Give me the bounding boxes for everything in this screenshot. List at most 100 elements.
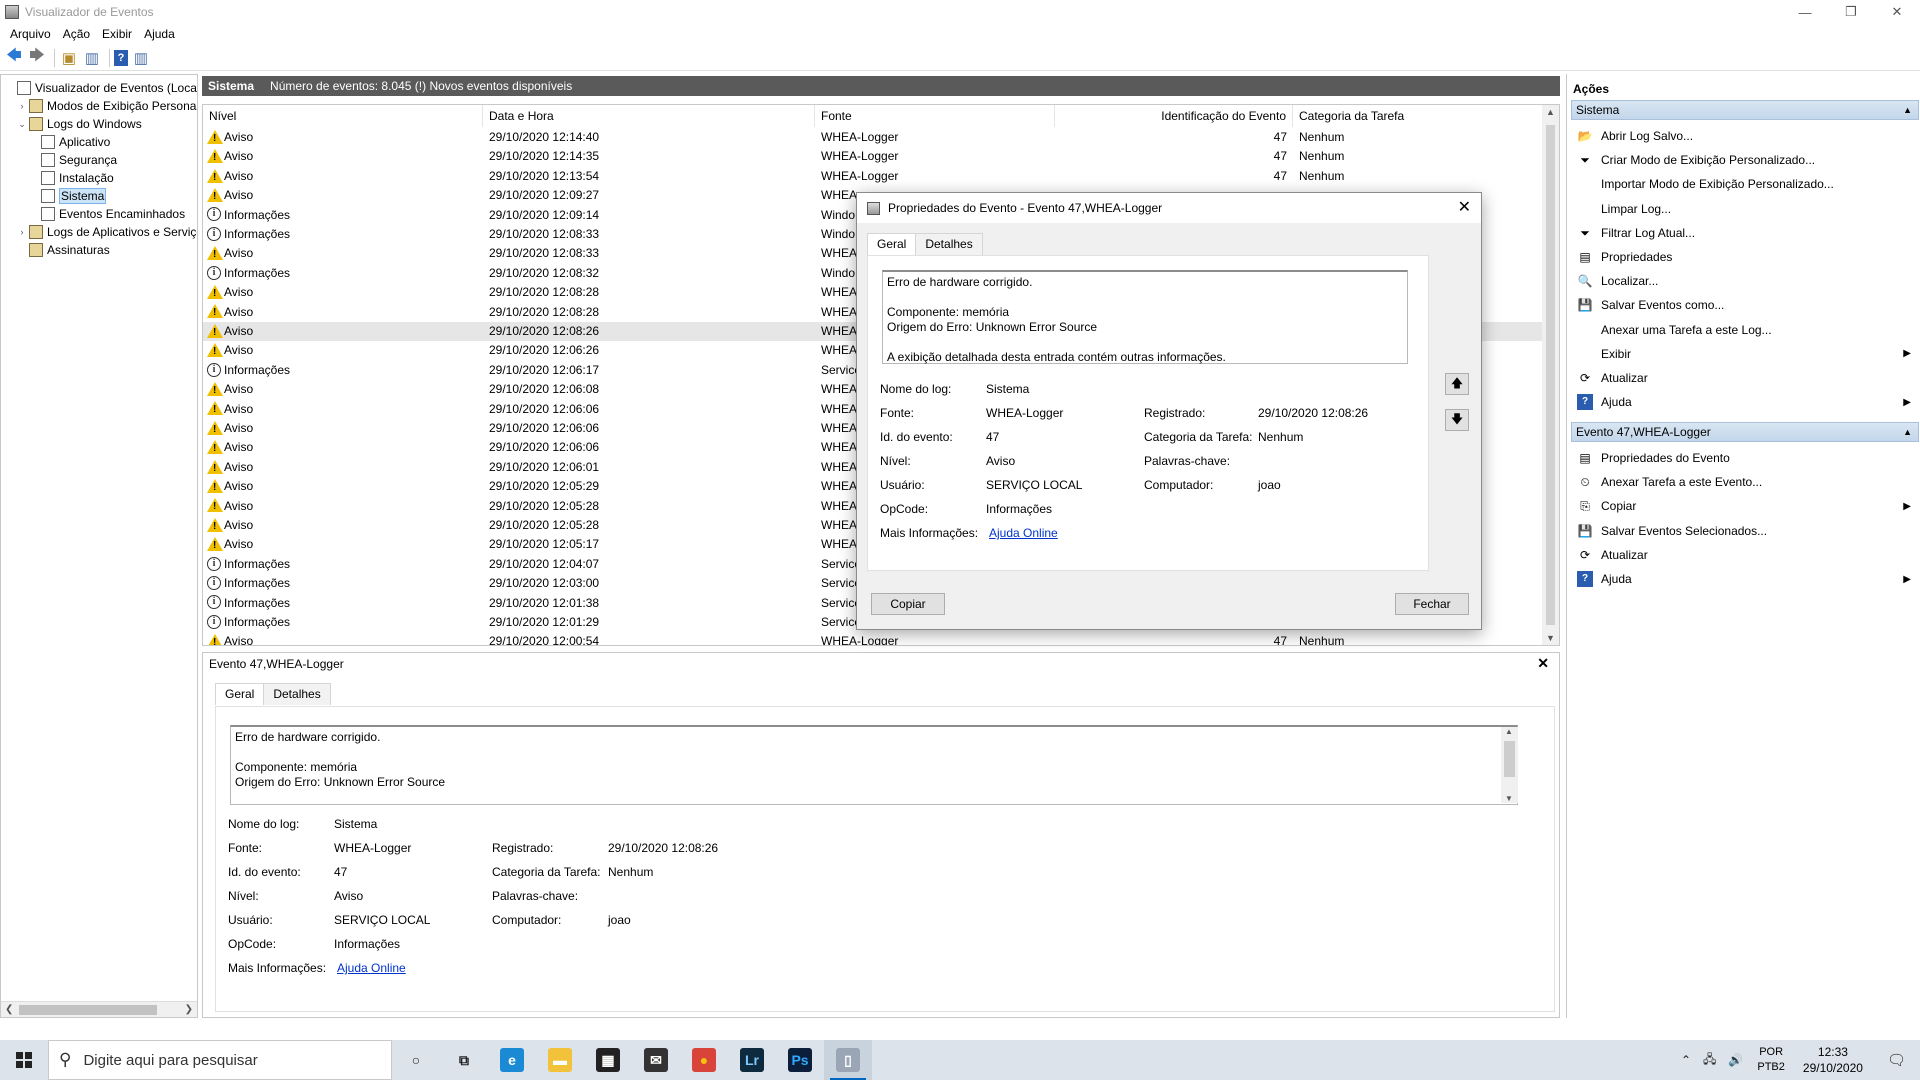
taskbar-search-box[interactable]: ⚲ Digite aqui para pesquisar bbox=[48, 1040, 392, 1080]
action-item[interactable]: ▤ Propriedades do Evento bbox=[1571, 446, 1919, 470]
tree-item[interactable]: Segurança bbox=[29, 151, 117, 169]
column-header-datetime[interactable]: Data e Hora bbox=[483, 105, 815, 127]
show-hide-action-pane-icon[interactable]: ▥ bbox=[131, 48, 151, 68]
chevron-up-icon[interactable]: ⌃ bbox=[1675, 1053, 1697, 1067]
up-folder-icon[interactable]: ▣ bbox=[59, 48, 79, 68]
online-help-link[interactable]: Ajuda Online bbox=[989, 526, 1058, 540]
file-explorer-icon[interactable]: ▬ bbox=[536, 1040, 584, 1080]
column-header-event-id[interactable]: Identificação do Evento bbox=[1055, 105, 1293, 127]
expand-arrow-icon[interactable]: › bbox=[17, 101, 27, 111]
scroll-down-icon[interactable]: ▼ bbox=[1505, 794, 1513, 803]
tree-item[interactable]: › Logs de Aplicativos e Serviço bbox=[17, 223, 197, 241]
network-icon[interactable]: 🖧 bbox=[1697, 1050, 1722, 1071]
action-item[interactable]: ▤ Propriedades bbox=[1571, 245, 1919, 269]
notifications-icon[interactable]: 🗨 bbox=[1873, 1051, 1920, 1069]
action-item[interactable]: ? Ajuda ▶ bbox=[1571, 390, 1919, 414]
copy-button[interactable]: Copiar bbox=[871, 593, 945, 615]
forward-arrow-icon[interactable]: 🡆 bbox=[27, 47, 47, 68]
scrollbar-thumb[interactable] bbox=[19, 1005, 157, 1015]
lightroom-icon[interactable]: Lr bbox=[728, 1040, 776, 1080]
action-item[interactable]: ⎘ Copiar ▶ bbox=[1571, 494, 1919, 518]
scroll-down-icon[interactable]: ▼ bbox=[1546, 633, 1555, 643]
close-preview-icon[interactable]: ✕ bbox=[1537, 655, 1549, 672]
column-header-category[interactable]: Categoria da Tarefa bbox=[1293, 105, 1543, 127]
mail-icon[interactable]: ✉ bbox=[632, 1040, 680, 1080]
menu-ajuda[interactable]: Ajuda bbox=[138, 27, 181, 41]
cortana-icon[interactable]: ○ bbox=[392, 1040, 440, 1080]
scroll-right-icon[interactable]: ❯ bbox=[185, 1002, 193, 1017]
action-item[interactable]: ⟳ Atualizar bbox=[1571, 543, 1919, 567]
action-item[interactable]: ? Ajuda ▶ bbox=[1571, 567, 1919, 591]
tree-item[interactable]: Aplicativo bbox=[29, 133, 110, 151]
next-event-button[interactable]: 🡇 bbox=[1445, 409, 1469, 431]
minimize-button[interactable]: — bbox=[1782, 0, 1828, 24]
store-icon[interactable]: ▦ bbox=[584, 1040, 632, 1080]
online-help-link[interactable]: Ajuda Online bbox=[337, 961, 406, 975]
expand-arrow-icon[interactable]: › bbox=[17, 227, 27, 237]
close-window-button[interactable]: ✕ bbox=[1874, 0, 1920, 24]
start-button[interactable] bbox=[0, 1040, 48, 1080]
close-button[interactable]: Fechar bbox=[1395, 593, 1469, 615]
event-row[interactable]: Aviso 29/10/2020 12:00:54 WHEA-Logger 47 Nen… bbox=[203, 632, 1543, 645]
actions-section-sistema[interactable]: Sistema ▲ bbox=[1571, 100, 1919, 120]
scrollbar-thumb[interactable] bbox=[1546, 125, 1555, 625]
back-arrow-icon[interactable]: 🡄 bbox=[4, 47, 24, 68]
tab-detalhes[interactable]: Detalhes bbox=[915, 233, 983, 255]
tab-geral[interactable]: Geral bbox=[215, 683, 265, 705]
event-row[interactable]: Aviso 29/10/2020 12:14:40 WHEA-Logger 47 Nen… bbox=[203, 128, 1543, 147]
photoshop-icon[interactable]: Ps bbox=[776, 1040, 824, 1080]
scrollbar-thumb[interactable] bbox=[1504, 741, 1515, 777]
menu-arquivo[interactable]: Arquivo bbox=[4, 27, 57, 41]
help-icon[interactable]: ? bbox=[114, 49, 128, 66]
action-item[interactable]: Importar Modo de Exibição Personalizado.… bbox=[1571, 172, 1919, 196]
action-item[interactable]: 🔍 Localizar... bbox=[1571, 269, 1919, 293]
event-viewer-icon[interactable]: ▯ bbox=[824, 1040, 872, 1080]
chrome-icon[interactable]: ● bbox=[680, 1040, 728, 1080]
action-item[interactable]: Anexar uma Tarefa a este Log... bbox=[1571, 318, 1919, 342]
action-item[interactable]: ⟳ Atualizar bbox=[1571, 366, 1919, 390]
clock[interactable]: 12:33 29/10/2020 bbox=[1793, 1044, 1873, 1076]
tree-horizontal-scrollbar[interactable]: ❮ ❯ bbox=[1, 1001, 197, 1017]
collapse-icon[interactable]: ▲ bbox=[1903, 423, 1912, 441]
description-scrollbar[interactable]: ▲ ▼ bbox=[1501, 727, 1518, 803]
show-hide-tree-icon[interactable]: ▥ bbox=[82, 48, 102, 68]
tree-item[interactable]: ⌄ Logs do Windows bbox=[17, 115, 142, 133]
event-datetime: 29/10/2020 12:04:07 bbox=[489, 556, 600, 571]
restore-button[interactable]: ❐ bbox=[1828, 0, 1874, 24]
column-header-source[interactable]: Fonte bbox=[815, 105, 1055, 127]
actions-section-event[interactable]: Evento 47,WHEA-Logger ▲ bbox=[1571, 422, 1919, 442]
action-item[interactable]: 💾 Salvar Eventos como... bbox=[1571, 293, 1919, 317]
action-item[interactable]: 💾 Salvar Eventos Selecionados... bbox=[1571, 519, 1919, 543]
tab-geral[interactable]: Geral bbox=[867, 233, 917, 255]
action-item[interactable]: 📂 Abrir Log Salvo... bbox=[1571, 124, 1919, 148]
tab-detalhes[interactable]: Detalhes bbox=[263, 683, 331, 705]
expand-arrow-icon[interactable]: ⌄ bbox=[17, 119, 27, 130]
action-item[interactable]: ⏷ Filtrar Log Atual... bbox=[1571, 221, 1919, 245]
scroll-up-icon[interactable]: ▲ bbox=[1505, 727, 1513, 736]
tree-item[interactable]: Assinaturas bbox=[17, 241, 110, 259]
tree-item[interactable]: › Modos de Exibição Personali bbox=[17, 97, 197, 115]
task-view-icon[interactable]: ⧉ bbox=[440, 1040, 488, 1080]
collapse-icon[interactable]: ▲ bbox=[1903, 101, 1912, 119]
action-item[interactable]: ⏲ Anexar Tarefa a este Evento... bbox=[1571, 470, 1919, 494]
scroll-up-icon[interactable]: ▲ bbox=[1546, 107, 1555, 117]
edge-icon[interactable]: e bbox=[488, 1040, 536, 1080]
action-item[interactable]: Exibir ▶ bbox=[1571, 342, 1919, 366]
previous-event-button[interactable]: 🡅 bbox=[1445, 373, 1469, 395]
action-item[interactable]: ⏷ Criar Modo de Exibição Personalizado... bbox=[1571, 148, 1919, 172]
close-dialog-icon[interactable]: ✕ bbox=[1458, 197, 1471, 217]
scroll-left-icon[interactable]: ❮ bbox=[5, 1002, 13, 1017]
event-row[interactable]: Aviso 29/10/2020 12:13:54 WHEA-Logger 47 Nen… bbox=[203, 167, 1543, 186]
tree-item[interactable]: Sistema bbox=[29, 187, 107, 205]
action-item[interactable]: Limpar Log... bbox=[1571, 197, 1919, 221]
menu-acao[interactable]: Ação bbox=[57, 27, 96, 41]
event-row[interactable]: Aviso 29/10/2020 12:14:35 WHEA-Logger 47 Nen… bbox=[203, 147, 1543, 166]
tree-item[interactable]: Eventos Encaminhados bbox=[29, 205, 185, 223]
tree-item[interactable]: Instalação bbox=[29, 169, 114, 187]
volume-icon[interactable]: 🔊 bbox=[1722, 1053, 1749, 1067]
events-vertical-scrollbar[interactable]: ▲ ▼ bbox=[1542, 105, 1559, 645]
menu-exibir[interactable]: Exibir bbox=[96, 27, 138, 41]
tree-item[interactable]: Visualizador de Eventos (Local) bbox=[5, 79, 197, 97]
language-indicator[interactable]: POR PTB2 bbox=[1749, 1045, 1793, 1075]
column-header-level[interactable]: Nível bbox=[203, 105, 483, 127]
